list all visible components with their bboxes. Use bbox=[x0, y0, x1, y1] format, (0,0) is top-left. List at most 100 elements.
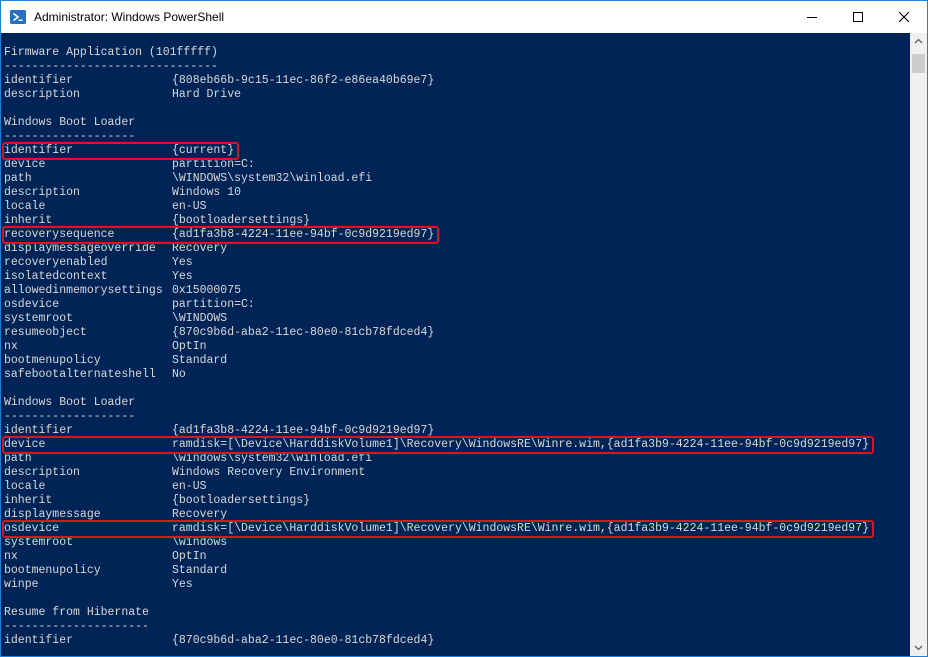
console-entry: nx OptIn bbox=[4, 550, 869, 564]
entry-key: locale bbox=[4, 200, 46, 213]
entry-value: {current} bbox=[172, 144, 235, 157]
chevron-up-icon bbox=[914, 38, 923, 44]
console-line: ------------------- bbox=[4, 410, 136, 423]
console-entry: locale en-US bbox=[4, 200, 869, 214]
entry-key: device bbox=[4, 438, 46, 451]
console-line: ------------------------------- bbox=[4, 60, 218, 73]
entry-value: Windows Recovery Environment bbox=[172, 466, 366, 479]
entry-key: osdevice bbox=[4, 522, 60, 535]
console-line: --------------------- bbox=[4, 620, 149, 633]
console-entry: bootmenupolicy Standard bbox=[4, 354, 869, 368]
console-entry: systemroot \windows bbox=[4, 536, 869, 550]
console-entry: identifier {870c9b6d-aba2-11ec-80e0-81cb7… bbox=[4, 634, 869, 648]
entry-key: nx bbox=[4, 340, 18, 353]
entry-value: {ad1fa3b8-4224-11ee-94bf-0c9d9219ed97} bbox=[172, 424, 435, 437]
entry-value: en-US bbox=[172, 480, 207, 493]
console-entry: nx OptIn bbox=[4, 340, 869, 354]
entry-value: {ad1fa3b8-4224-11ee-94bf-0c9d9219ed97} bbox=[172, 228, 435, 241]
entry-value: {bootloadersettings} bbox=[172, 214, 311, 227]
entry-value: \windows bbox=[172, 536, 228, 549]
entry-key: locale bbox=[4, 480, 46, 493]
entry-value: Yes bbox=[172, 578, 193, 591]
close-button[interactable] bbox=[881, 1, 927, 33]
entry-key: allowedinmemorysettings bbox=[4, 284, 163, 297]
entry-key: nx bbox=[4, 550, 18, 563]
entry-key: description bbox=[4, 186, 80, 199]
console-line: Windows Boot Loader bbox=[4, 396, 136, 409]
entry-value: Standard bbox=[172, 564, 228, 577]
console-entry: device ramdisk=[\Device\HarddiskVolume1]\… bbox=[4, 438, 869, 452]
close-icon bbox=[899, 12, 909, 22]
console-entry: locale en-US bbox=[4, 480, 869, 494]
entry-key: device bbox=[4, 158, 46, 171]
entry-key: bootmenupolicy bbox=[4, 354, 101, 367]
console-line: Resume from Hibernate bbox=[4, 606, 149, 619]
entry-value: {808eb66b-9c15-11ec-86f2-e86ea40b69e7} bbox=[172, 74, 435, 87]
entry-key: recoverysequence bbox=[4, 228, 115, 241]
console-entry: displaymessageoverride Recovery bbox=[4, 242, 869, 256]
console-entry: path \windows\system32\winload.efi bbox=[4, 452, 869, 466]
entry-value: Recovery bbox=[172, 508, 228, 521]
entry-key: identifier bbox=[4, 634, 74, 647]
console-entry: description Windows Recovery Environment bbox=[4, 466, 869, 480]
scrollbar-thumb[interactable] bbox=[912, 54, 925, 73]
console-output[interactable]: Firmware Application (101fffff) ---------… bbox=[1, 33, 910, 656]
entry-key: displaymessageoverride bbox=[4, 242, 156, 255]
console-entry: inherit {bootloadersettings} bbox=[4, 214, 869, 228]
entry-value: Hard Drive bbox=[172, 88, 242, 101]
scroll-down-button[interactable] bbox=[910, 639, 927, 656]
entry-value: partition=C: bbox=[172, 298, 255, 311]
console-entry: displaymessage Recovery bbox=[4, 508, 869, 522]
console-entry: systemroot \WINDOWS bbox=[4, 312, 869, 326]
window-title: Administrator: Windows PowerShell bbox=[34, 10, 225, 24]
entry-value: {870c9b6d-aba2-11ec-80e0-81cb78fdced4} bbox=[172, 634, 435, 647]
entry-value: Yes bbox=[172, 256, 193, 269]
entry-key: inherit bbox=[4, 214, 53, 227]
entry-key: winpe bbox=[4, 578, 39, 591]
maximize-button[interactable] bbox=[835, 1, 881, 33]
console-entry: identifier {808eb66b-9c15-11ec-86f2-e86ea… bbox=[4, 74, 869, 88]
console-line: Windows Boot Loader bbox=[4, 116, 136, 129]
entry-key: systemroot bbox=[4, 536, 74, 549]
console-entry: recoverysequence {ad1fa3b8-4224-11ee-94bf… bbox=[4, 228, 869, 242]
entry-key: identifier bbox=[4, 424, 74, 437]
console-entry: inherit {bootloadersettings} bbox=[4, 494, 869, 508]
console-lines: Firmware Application (101fffff) ---------… bbox=[4, 46, 869, 648]
console-entry: resumeobject {870c9b6d-aba2-11ec-80e0-81c… bbox=[4, 326, 869, 340]
entry-value: OptIn bbox=[172, 550, 207, 563]
entry-key: description bbox=[4, 88, 80, 101]
entry-key: recoveryenabled bbox=[4, 256, 108, 269]
console-entry: isolatedcontext Yes bbox=[4, 270, 869, 284]
console-entry: safebootalternateshell No bbox=[4, 368, 869, 382]
console-line: Firmware Application (101fffff) bbox=[4, 46, 218, 59]
console-entry: osdevice ramdisk=[\Device\HarddiskVolume1… bbox=[4, 522, 869, 536]
entry-value: OptIn bbox=[172, 340, 207, 353]
entry-value: ramdisk=[\Device\HarddiskVolume1]\Recove… bbox=[172, 438, 870, 451]
console-entry: osdevice partition=C: bbox=[4, 298, 869, 312]
console-entry: description Hard Drive bbox=[4, 88, 869, 102]
title-bar[interactable]: Administrator: Windows PowerShell bbox=[1, 1, 927, 33]
entry-key: identifier bbox=[4, 74, 74, 87]
entry-key: bootmenupolicy bbox=[4, 564, 101, 577]
entry-key: isolatedcontext bbox=[4, 270, 108, 283]
entry-value: partition=C: bbox=[172, 158, 255, 171]
entry-key: safebootalternateshell bbox=[4, 368, 156, 381]
entry-key: identifier bbox=[4, 144, 74, 157]
entry-value: ramdisk=[\Device\HarddiskVolume1]\Recove… bbox=[172, 522, 870, 535]
console-entry: recoveryenabled Yes bbox=[4, 256, 869, 270]
entry-key: description bbox=[4, 466, 80, 479]
vertical-scrollbar[interactable] bbox=[910, 33, 927, 656]
entry-value: {bootloadersettings} bbox=[172, 494, 311, 507]
entry-value: \WINDOWS\system32\winload.efi bbox=[172, 172, 373, 185]
maximize-icon bbox=[853, 12, 863, 22]
console-entry: winpe Yes bbox=[4, 578, 869, 592]
entry-key: inherit bbox=[4, 494, 53, 507]
entry-value: Recovery bbox=[172, 242, 228, 255]
minimize-button[interactable] bbox=[789, 1, 835, 33]
scroll-up-button[interactable] bbox=[910, 33, 927, 50]
entry-value: \WINDOWS bbox=[172, 312, 228, 325]
minimize-icon bbox=[807, 17, 817, 18]
